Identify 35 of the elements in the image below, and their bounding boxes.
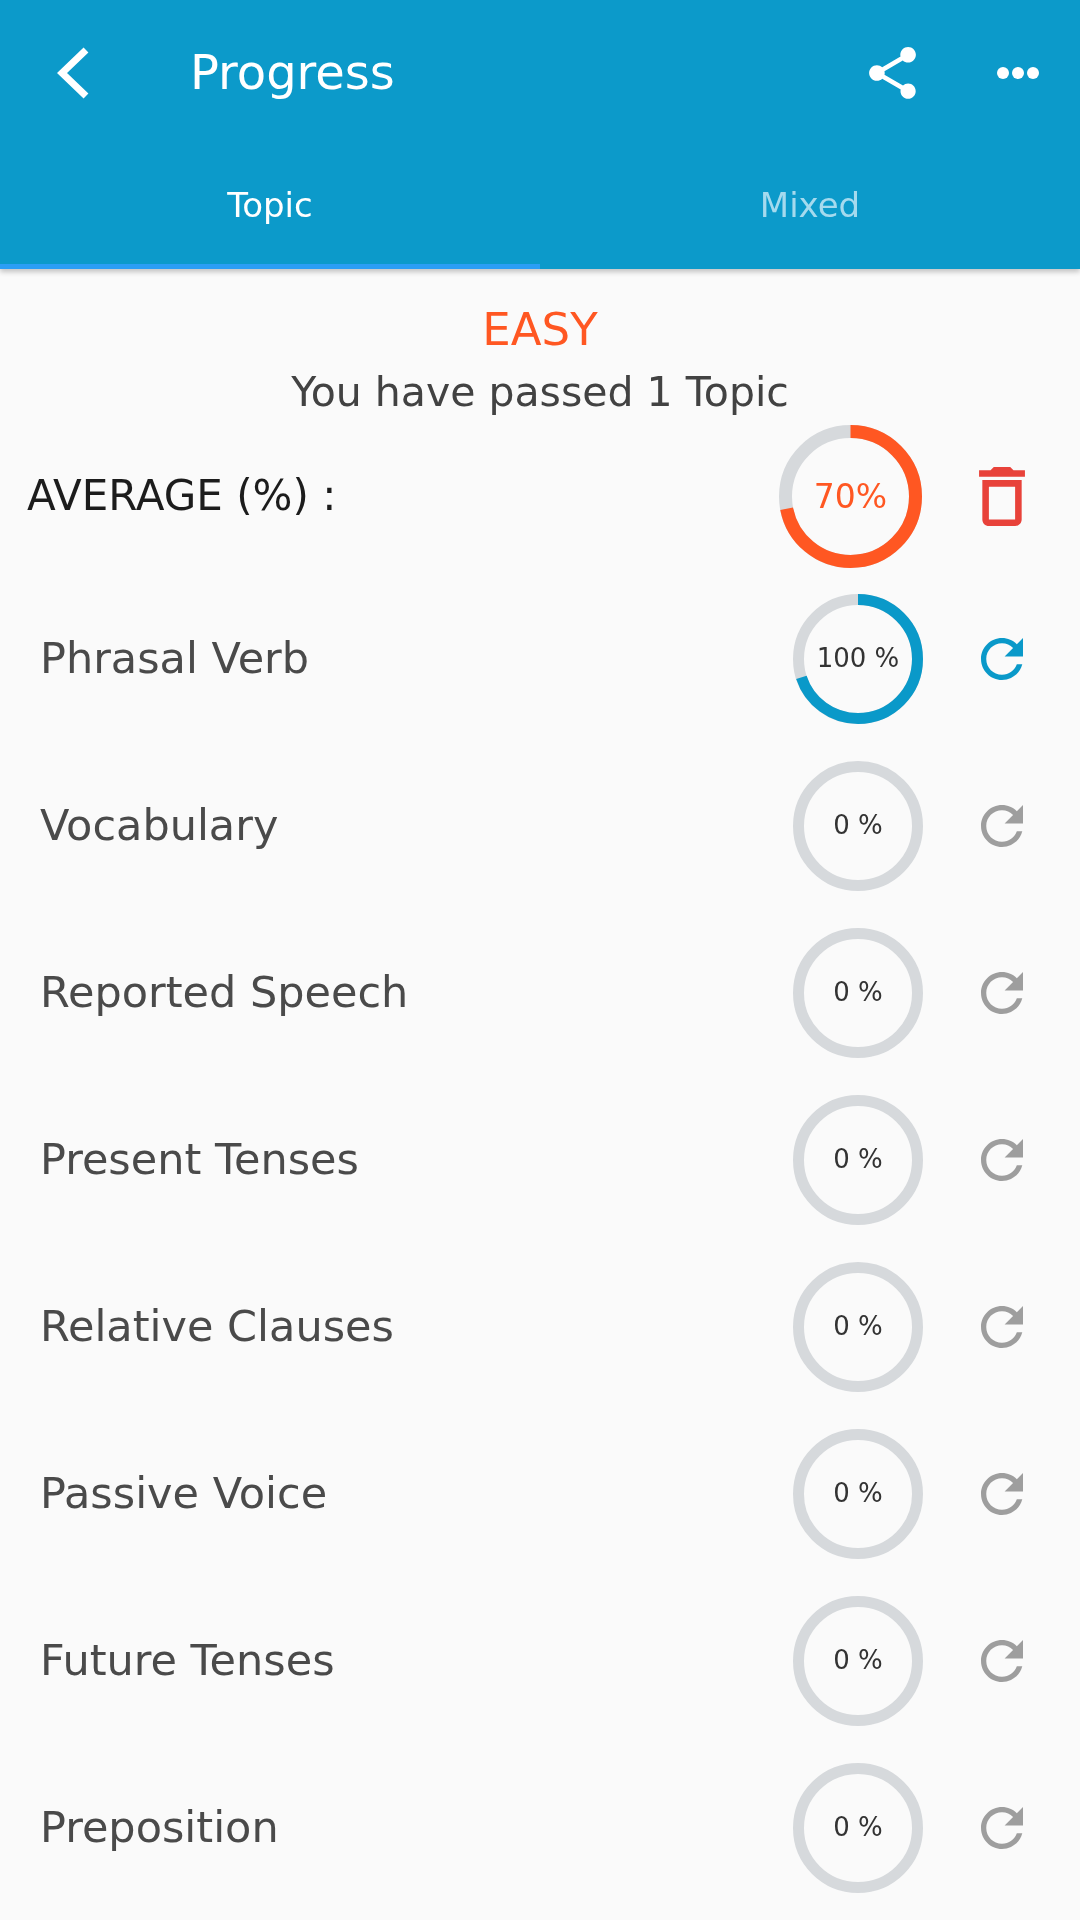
topic-name: Preposition — [40, 1801, 279, 1854]
trash-icon[interactable] — [979, 467, 1025, 526]
difficulty-label: EASY — [482, 304, 598, 356]
share-icon[interactable] — [869, 46, 916, 99]
refresh-icon[interactable] — [981, 1138, 1023, 1181]
refresh-icon[interactable] — [981, 804, 1023, 847]
tab[interactable]: Topic — [0, 145, 540, 269]
percent-text: 0 % — [833, 1143, 883, 1176]
refresh-icon[interactable] — [981, 1305, 1023, 1348]
percent-text: 70% — [813, 476, 888, 517]
topic-name: Passive Voice — [40, 1467, 328, 1520]
percent-text: 0 % — [833, 1811, 883, 1844]
topic-name: Future Tenses — [40, 1634, 335, 1687]
refresh-icon[interactable] — [981, 637, 1023, 680]
percent-text: 0 % — [833, 809, 883, 842]
average-label: AVERAGE (%) : — [27, 471, 337, 522]
refresh-icon[interactable] — [981, 1472, 1023, 1515]
tab[interactable]: Mixed — [540, 145, 1080, 269]
more-icon[interactable] — [997, 66, 1039, 79]
percent-text: 0 % — [833, 1644, 883, 1677]
topic-name: Relative Clauses — [40, 1300, 394, 1353]
topic-name: Reported Speech — [40, 966, 409, 1019]
refresh-icon[interactable] — [981, 1639, 1023, 1682]
back-icon[interactable] — [57, 46, 90, 99]
screen-title: Progress — [190, 43, 395, 102]
refresh-icon[interactable] — [981, 971, 1023, 1014]
topic-name: Present Tenses — [40, 1133, 359, 1186]
percent-text: 0 % — [833, 1477, 883, 1510]
topic-name: Vocabulary — [40, 799, 279, 852]
passed-message: You have passed 1 Topic — [291, 367, 789, 418]
percent-text: 100 % — [816, 642, 900, 675]
percent-text: 0 % — [833, 976, 883, 1009]
refresh-icon[interactable] — [981, 1806, 1023, 1849]
topic-name: Phrasal Verb — [40, 632, 310, 685]
percent-text: 0 % — [833, 1310, 883, 1343]
